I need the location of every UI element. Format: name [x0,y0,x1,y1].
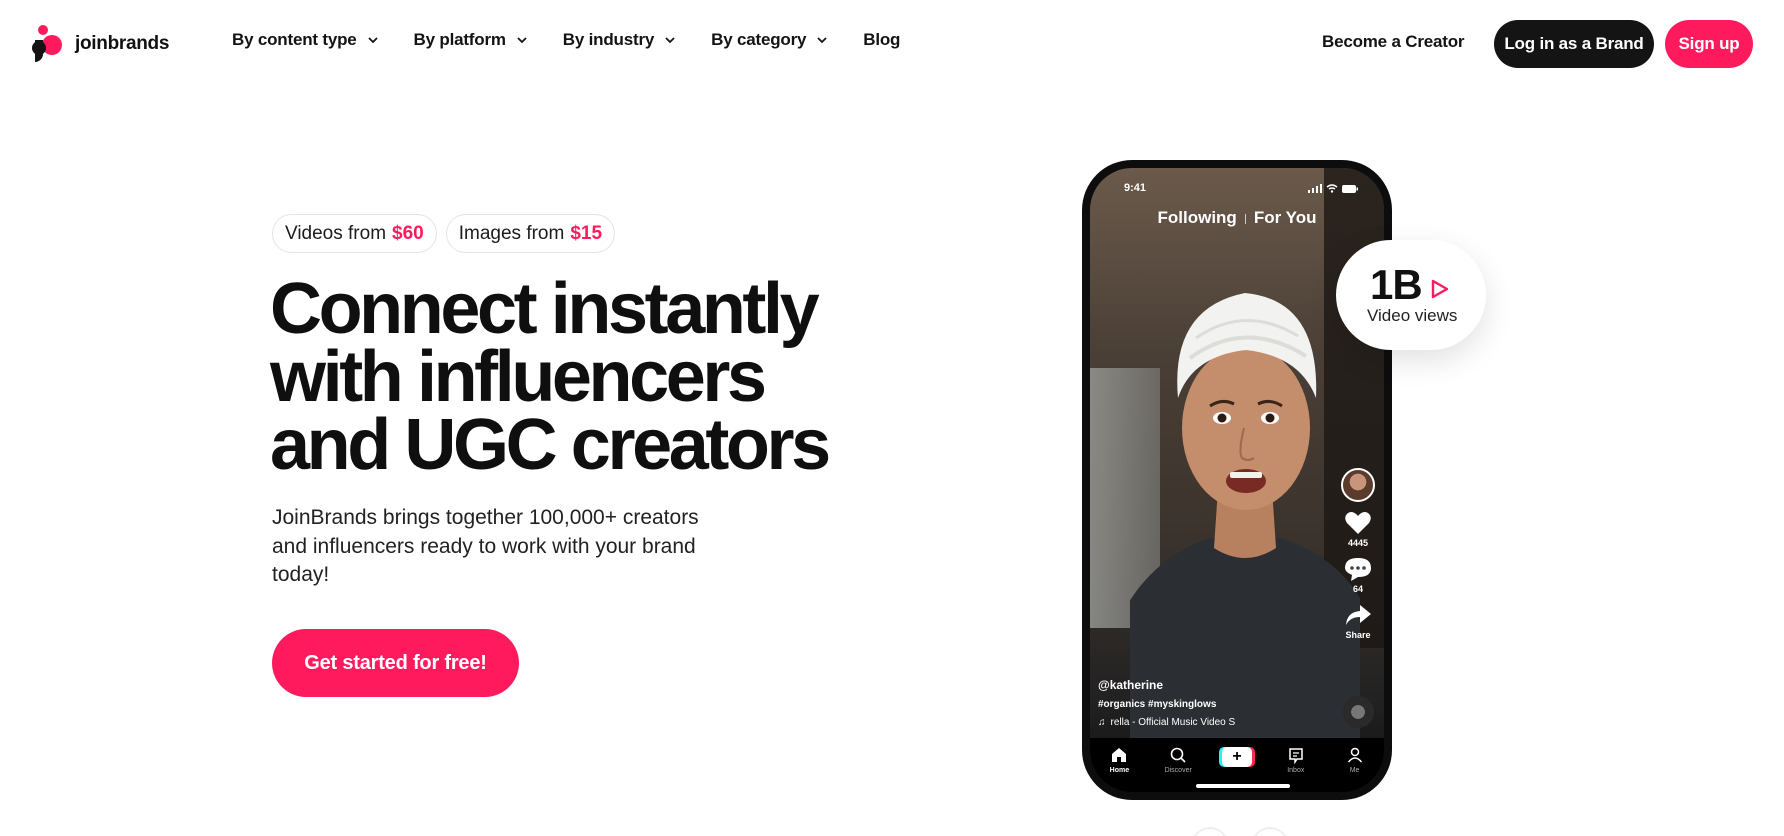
menu-by-industry[interactable]: By industry [563,30,676,50]
menu-label: By platform [413,30,506,49]
hero-subtext: JoinBrands brings together 100,000+ crea… [272,506,699,586]
music-title: rella - Official Music Video S [1110,717,1236,728]
image-price-pill: Images from $15 [445,214,616,253]
video-caption: @katherine #organics #myskinglows ♫ rell… [1098,678,1235,728]
login-as-brand-button[interactable]: Log in as a Brand [1494,20,1654,68]
menu-label: By industry [562,30,655,49]
profile-icon [1347,747,1362,763]
creator-video-illustration [1130,293,1360,738]
main-menu: By content type By platform By industry … [232,30,935,50]
video-price-pill: Videos from $60 [272,214,437,253]
pill-text: Images from [458,222,565,244]
play-icon [1431,279,1449,299]
chevron-down-icon [517,37,527,44]
become-creator-link[interactable]: Become a Creator [1322,32,1465,52]
caption-username[interactable]: @katherine [1098,678,1235,692]
phone-screen: 9:41 Following For You 4445 64 Share @ka… [1090,168,1384,792]
pill-price: $15 [570,222,603,244]
menu-by-content-type[interactable]: By content type [232,30,379,50]
heart-icon [1345,512,1371,534]
signal-icon [1308,184,1322,193]
menu-label: Blog [863,30,901,49]
tabbar-label: Home [1109,767,1130,774]
creator-avatar[interactable] [1341,468,1375,502]
signup-button[interactable]: Sign up [1665,20,1753,68]
like-count: 4445 [1347,538,1369,548]
joinbrands-logo-icon [32,25,62,62]
price-pills: Videos from $60 Images from $15 [272,214,616,253]
home-indicator [1196,784,1290,788]
comment-icon [1345,558,1371,581]
hero-headline: Connect instantly with influencers and U… [270,269,890,485]
share-label: Share [1345,630,1371,640]
phone-mockup: 9:41 Following For You 4445 64 Share @ka… [1082,160,1392,800]
share-action[interactable]: Share [1344,602,1372,640]
feed-tabs: Following For You [1090,208,1384,228]
create-plus-icon: + [1221,747,1252,767]
menu-label: By category [711,30,807,49]
logo[interactable]: joinbrands [31,24,169,64]
inbox-icon [1289,748,1303,764]
headline-line-3: and UGC creators [270,405,831,485]
menu-blog[interactable]: Blog [863,30,900,50]
headline-line-1: Connect instantly [270,269,820,349]
status-icons [1308,184,1358,193]
views-label: Video views [1367,306,1458,325]
chevron-down-icon [665,37,675,44]
comment-action[interactable]: 64 [1344,556,1372,594]
get-started-button[interactable]: Get started for free! [272,629,519,697]
chevron-down-icon [817,37,827,44]
tabbar-me[interactable]: Me [1330,746,1380,792]
music-note-icon: ♫ [1098,717,1106,728]
caption-hashtags[interactable]: #organics #myskinglows [1098,699,1235,710]
logo-text: joinbrands [75,33,170,54]
tabbar-home[interactable]: Home [1094,746,1144,792]
caption-music[interactable]: ♫ rella - Official Music Video S [1098,717,1235,728]
battery-icon [1342,184,1358,193]
search-icon [1170,747,1186,763]
share-icon [1346,605,1371,625]
views-value: 1B [1370,261,1423,308]
tabbar-label: Me [1349,767,1360,774]
pill-text: Videos from [285,222,387,244]
tab-for-you[interactable]: For You [1254,208,1317,228]
home-icon [1112,748,1127,762]
video-actions: 4445 64 Share [1340,468,1376,640]
wifi-icon [1326,184,1338,193]
menu-by-platform[interactable]: By platform [414,30,528,50]
decorative-circles [1193,827,1287,836]
menu-label: By content type [232,30,357,49]
headline-line-2: with influencers [270,337,767,417]
menu-by-category[interactable]: By category [711,30,828,50]
video-views-badge: 1B Video views [1336,240,1486,350]
status-time: 9:41 [1124,182,1147,194]
top-navbar: joinbrands By content type By platform B… [0,0,1784,86]
music-disc-icon[interactable] [1342,696,1374,728]
pill-price: $60 [392,222,424,244]
tab-separator [1244,214,1246,224]
tabbar-label: Discover [1164,767,1192,774]
comment-count: 64 [1352,584,1363,594]
chevron-down-icon [367,37,378,44]
tabbar-label: Inbox [1287,767,1305,774]
like-action[interactable]: 4445 [1344,510,1372,548]
tab-following[interactable]: Following [1158,208,1237,228]
